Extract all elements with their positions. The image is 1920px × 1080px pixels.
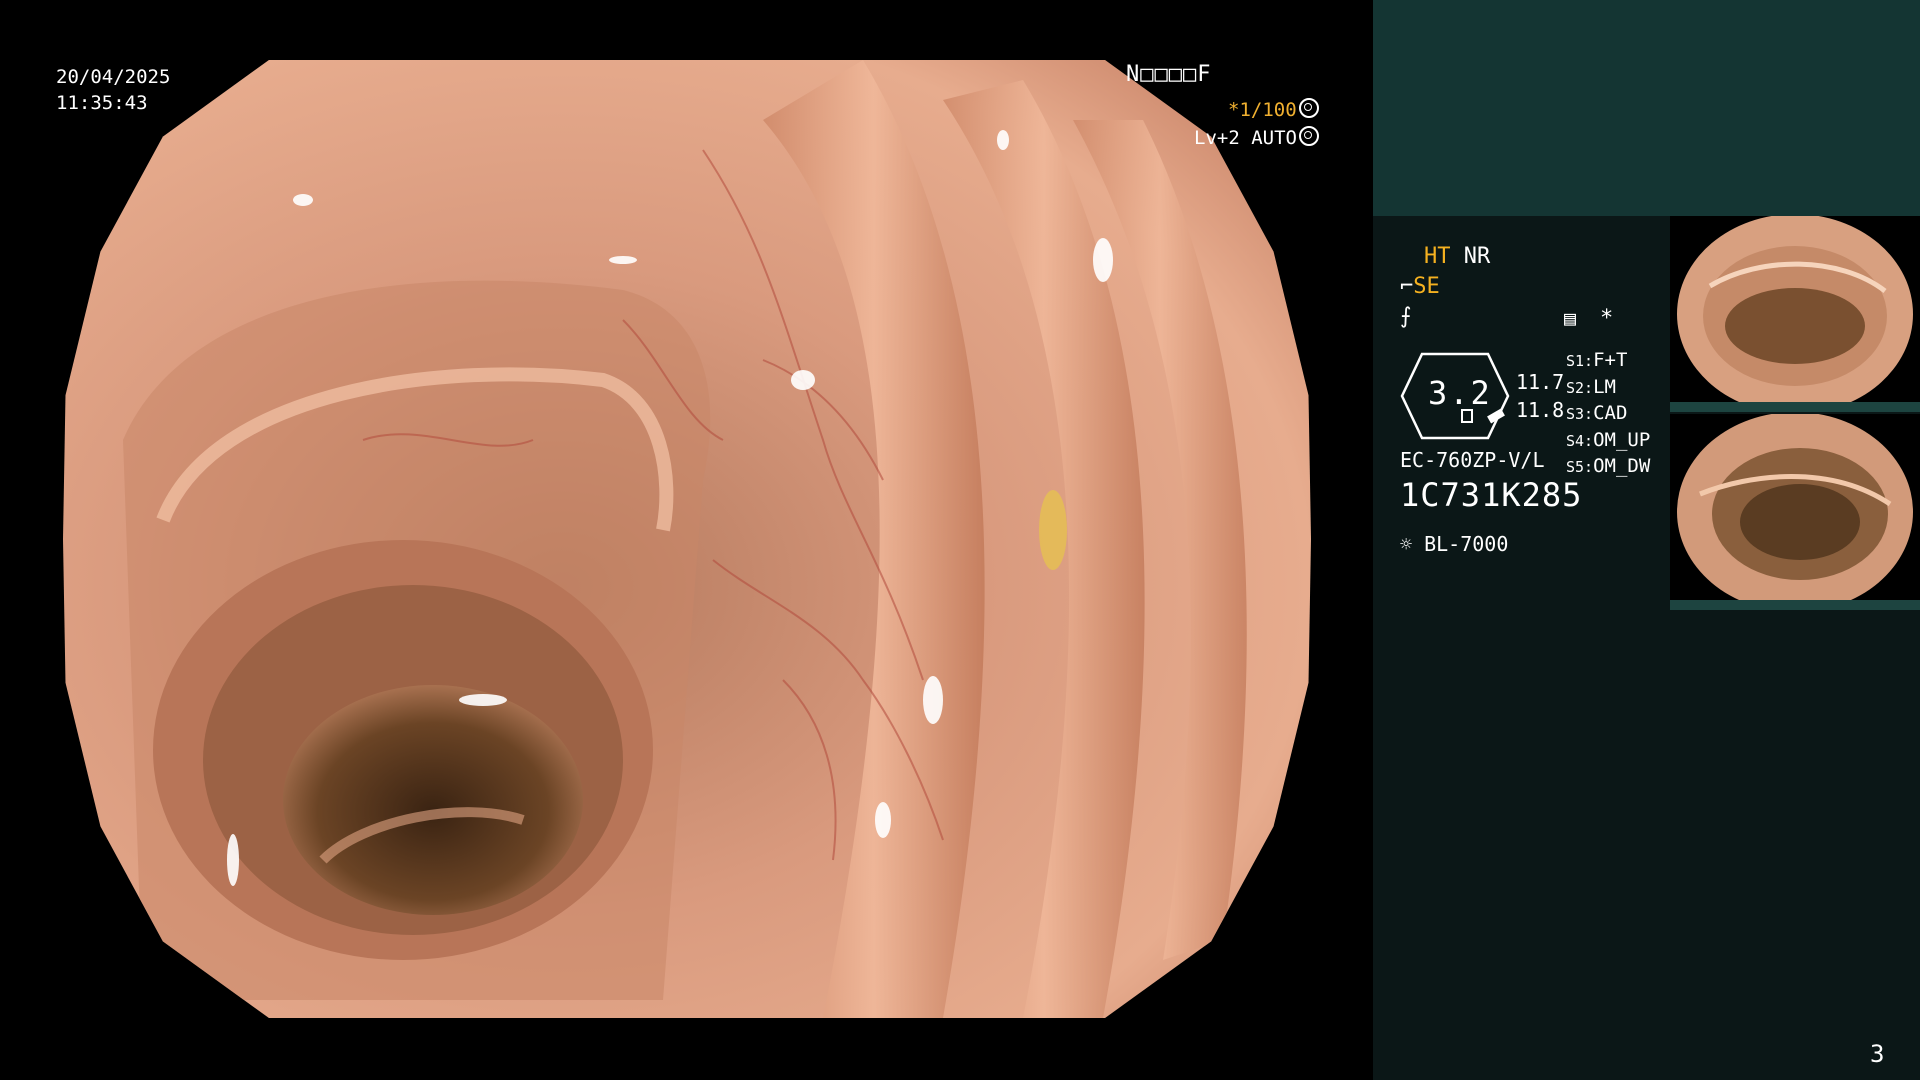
scope-value: 3.2: [1428, 374, 1492, 412]
settings-item: S3:CAD: [1566, 401, 1650, 428]
nr-label: NR: [1463, 244, 1491, 269]
settings-value: LM: [1593, 375, 1616, 398]
page-number: 3: [1870, 1040, 1885, 1068]
aperture-icon: [1298, 98, 1319, 118]
settings-value: CAD: [1593, 402, 1628, 424]
thumbnail-2[interactable]: [1670, 414, 1920, 610]
scope-model: EC-760ZP-V/L: [1400, 448, 1545, 472]
time-text: 11:35:43: [56, 92, 148, 114]
color-mode-icon: ⨍: [1400, 304, 1412, 329]
ht-nr-row: HT NR: [1424, 244, 1490, 269]
se-label: SE: [1413, 274, 1440, 299]
settings-value: OM_UP: [1593, 428, 1651, 451]
light-source-row: ☼ BL-7000: [1400, 532, 1508, 556]
thumbnail-bar: [1670, 402, 1920, 412]
se-row: ⌐SE: [1400, 274, 1440, 299]
patient-code: N□□□□F: [1126, 62, 1212, 87]
light-icon: ☼: [1400, 532, 1413, 556]
settings-key: S3:: [1566, 405, 1594, 423]
structure-enhance-icon: ⌐: [1400, 274, 1414, 299]
ht-label: HT: [1424, 244, 1451, 269]
endoscope-view: 20/04/2025 11:35:43 N□□□□F *1/100 Lv+2 A…: [0, 0, 1373, 1080]
thumbnail-bar: [1670, 600, 1920, 610]
side-panel-header: [1373, 0, 1920, 216]
value-top: 11.7: [1516, 370, 1565, 394]
date-text: 20/04/2025: [56, 66, 171, 88]
thumbnail-1[interactable]: [1670, 216, 1920, 412]
settings-key: S5:: [1566, 458, 1594, 476]
settings-value: F+T: [1593, 349, 1628, 371]
settings-value: OM_DW: [1593, 455, 1651, 477]
settings-item: S2:LM: [1566, 375, 1650, 402]
settings-key: S4:: [1566, 431, 1594, 450]
settings-list: S1:F+T S2:LM S3:CAD S4:OM_UP S5:OM_DW: [1566, 348, 1650, 481]
settings-key: S1:: [1566, 352, 1594, 370]
datetime-display: 20/04/2025 11:35:43: [56, 64, 170, 116]
zoom-indicator: *1/100: [1228, 98, 1319, 121]
record-icon: ▤: [1564, 306, 1577, 330]
auto-icon: [1298, 126, 1319, 146]
settings-key: S2:: [1566, 378, 1594, 397]
asterisk-indicator: *: [1600, 306, 1614, 331]
serial-number: 1C731K285: [1400, 476, 1583, 514]
endoscopy-image: [63, 60, 1311, 1018]
settings-item: S4:OM_UP: [1566, 428, 1650, 455]
light-source: BL-7000: [1424, 532, 1509, 556]
zoom-text: *1/100: [1228, 99, 1297, 121]
level-indicator: Lv+2 AUTO: [1194, 126, 1319, 149]
settings-item: S1:F+T: [1566, 348, 1650, 375]
level-text: Lv+2 AUTO: [1194, 127, 1297, 149]
value-bottom: 11.8: [1516, 398, 1565, 422]
